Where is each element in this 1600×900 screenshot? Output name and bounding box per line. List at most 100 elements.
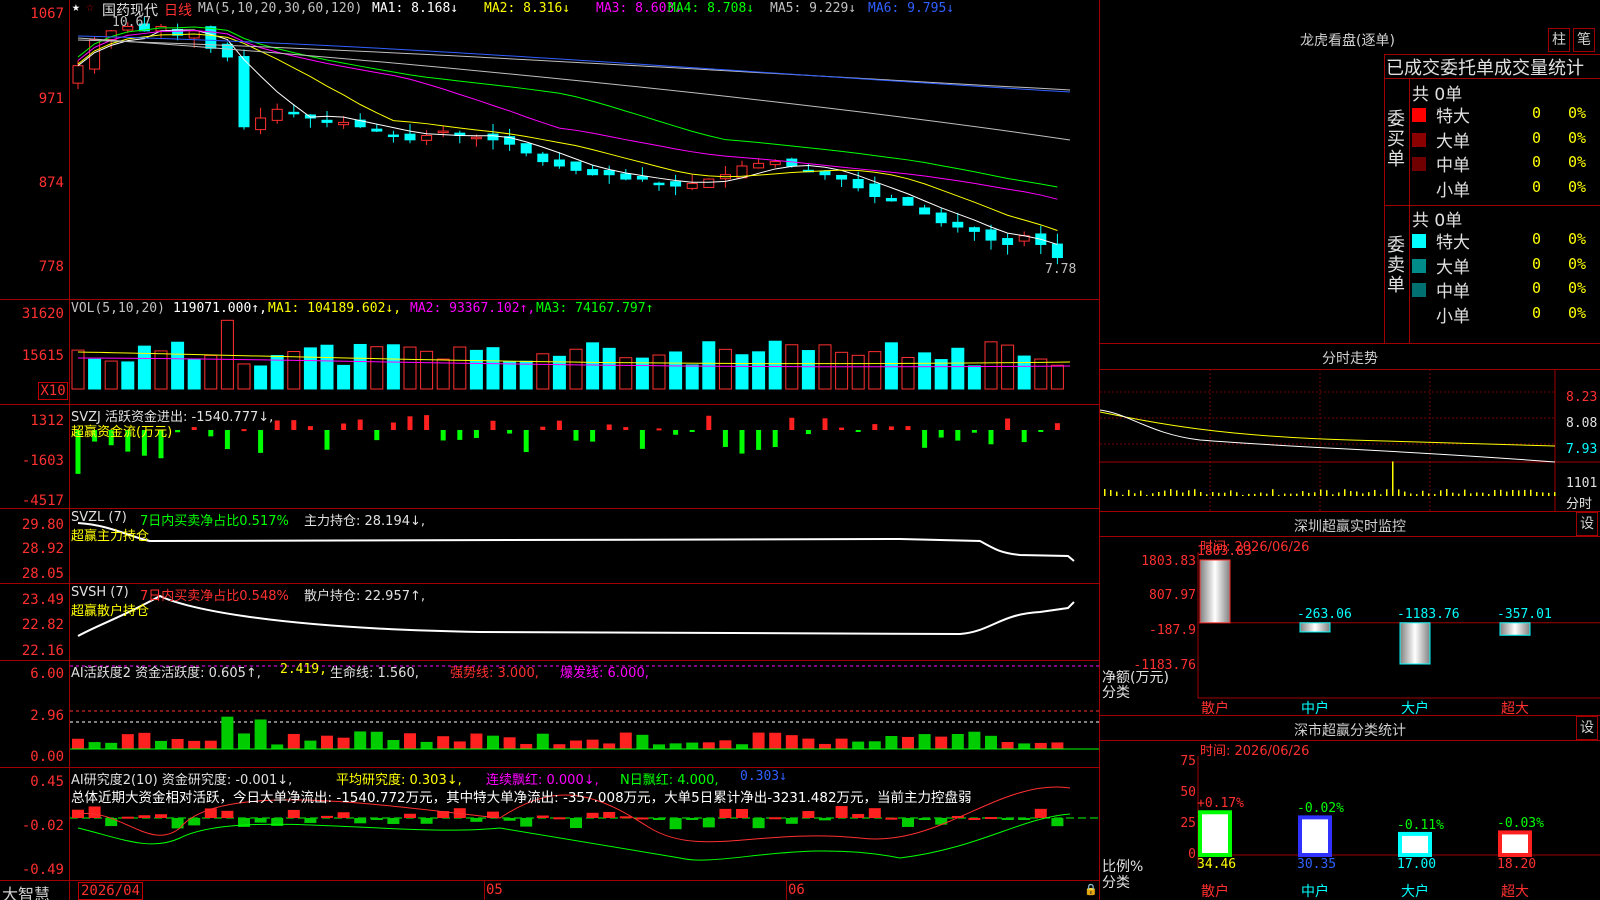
flow-bar — [457, 430, 463, 440]
szm-cat-1: 中户 — [1301, 701, 1329, 717]
intraday-panel[interactable]: 分时走势 8.23 8.08 7.93 1101 分时 — [1100, 344, 1600, 512]
candle-body — [703, 178, 715, 188]
activity-bar — [204, 740, 217, 749]
volume-pane[interactable]: VOL(5,10,20) 119071.000↑, MA1: 104189.60… — [0, 300, 1099, 405]
buy-pct-2: 0% — [1568, 153, 1587, 171]
intraday-vol-bar — [1494, 490, 1496, 496]
star-outline-icon[interactable]: ☆ — [86, 0, 94, 15]
research-bar — [619, 816, 632, 819]
lock-icon[interactable]: 🔒 — [1084, 883, 1098, 896]
volume-bar — [254, 365, 268, 390]
activity-bar — [736, 744, 748, 749]
ai1-axis-2: 2.96 — [30, 708, 64, 724]
ai2-axis-1: 0.45 — [30, 774, 64, 790]
candle-body — [338, 121, 350, 126]
intraday-vol-bar — [1470, 493, 1472, 496]
candle-body — [570, 161, 582, 171]
svsh-header: SVSH (7) — [71, 585, 129, 600]
ai-research-pane[interactable]: AI研究度2(10) 资金研究度: -0.001↓, 平均研究度: 0.303↓… — [0, 768, 1099, 880]
sz-class-panel[interactable]: 深市超赢分类统计 设 时间: 2026/06/26 75 50 25 0 比例%… — [1100, 716, 1600, 900]
svzj-pane[interactable]: SVZJ 活跃资金进出: -1540.777↓, 超赢资金流(万元) 1312 … — [0, 405, 1099, 509]
svsh-pane[interactable]: SVSH (7) 7日内买卖净占比0.548% 散户持仓: 22.957↑, 超… — [0, 584, 1099, 661]
research-bar — [603, 811, 616, 818]
volume-bar — [1001, 344, 1015, 390]
candle-body — [487, 133, 499, 141]
szm-cat-2: 大户 — [1401, 701, 1429, 717]
buy-swatch-1 — [1412, 132, 1426, 147]
date-axis: 大智慧 2026/04 05 06 🔒 — [0, 880, 1099, 900]
candlestick-chart — [72, 17, 1071, 265]
flow-bar — [606, 424, 612, 430]
ma5-value: MA5: 9.229↓ — [770, 1, 857, 16]
buy-pct-3: 0% — [1568, 177, 1587, 196]
ai-activity-pane[interactable]: AI活跃度2 资金活跃度: 0.605↑, 2.419, 生命线: 1.560,… — [0, 661, 1099, 768]
flow-bar — [1021, 430, 1027, 443]
intraday-vol-bar — [1398, 489, 1400, 496]
flow-bar — [955, 430, 961, 441]
research-bar — [1001, 818, 1014, 820]
szc-change-3: -0.03% — [1497, 816, 1544, 832]
candle-body — [238, 56, 250, 128]
buy-pct-0: 0% — [1568, 104, 1587, 122]
flow-bar — [722, 430, 728, 447]
star-icon[interactable]: ★ — [72, 0, 80, 15]
intraday-vol-bar — [1428, 493, 1430, 496]
ai2-summary: 总体近期大资金相对活跃，今日大单净流出: -1540.772万元，其中特大单净流… — [71, 790, 972, 806]
tick-mode-button[interactable]: 笔 — [1573, 28, 1595, 52]
intraday-vol-bar — [1206, 494, 1208, 496]
volume-bar — [967, 365, 981, 390]
period-label[interactable]: 日线 — [164, 0, 192, 20]
intraday-vol-bar — [1200, 492, 1202, 496]
activity-bar — [188, 740, 201, 749]
candle-body — [421, 134, 433, 141]
sell-orders-label: 委卖单 — [1387, 235, 1405, 296]
ai1-header: AI活跃度2 资金活跃度: 0.605↑, — [71, 666, 261, 681]
szc-bar-2 — [1398, 831, 1432, 857]
vol-header: VOL(5,10,20) — [71, 301, 165, 316]
intraday-vol-bar — [1164, 490, 1166, 496]
intraday-vol-bar — [1446, 489, 1448, 496]
activity-bar — [337, 737, 350, 749]
sz-monitor-panel[interactable]: 深圳超赢实时监控 设 时间: 2026/06/26 1803.83 807.97… — [1100, 512, 1600, 717]
ai2-last: 0.303↓ — [740, 769, 787, 784]
intraday-vol-bar — [1248, 493, 1250, 496]
ai1-axis-3: 0.00 — [30, 749, 64, 765]
activity-bar — [387, 739, 400, 749]
sell-count-2: 0 — [1532, 279, 1542, 297]
intraday-vol-bar — [1416, 494, 1418, 496]
research-bar — [354, 818, 367, 824]
svzl-pane[interactable]: SVZL (7) 7日内买卖净占比0.517% 主力持仓: 28.194↓, 超… — [0, 509, 1099, 584]
intraday-vol-bar — [1128, 489, 1130, 496]
szm-cat-0: 散户 — [1201, 701, 1229, 717]
szc-y2: 50 — [1180, 785, 1196, 800]
longhu-heading: 已成交委托单成交量统计 — [1386, 58, 1584, 79]
szc-change-0: +0.17% — [1197, 796, 1244, 812]
intraday-vol-bar — [1194, 489, 1196, 496]
research-bar — [785, 818, 798, 824]
intraday-vol-bar — [1386, 489, 1388, 496]
vol-value: 119071.000↑, — [173, 301, 267, 316]
sell-count-1: 0 — [1532, 254, 1542, 273]
activity-bar — [553, 744, 566, 749]
intraday-vol-label: 1101 — [1566, 476, 1598, 491]
intraday-vol-bar — [1344, 489, 1346, 496]
flow-bar — [258, 430, 264, 453]
candle-body — [653, 182, 665, 186]
volume-bar — [835, 351, 849, 390]
activity-bar — [138, 732, 151, 749]
bar-mode-button[interactable]: 柱 — [1548, 28, 1570, 52]
volume-bar — [1017, 355, 1031, 390]
flow-bar — [1038, 430, 1044, 432]
intraday-vol-bar — [1278, 494, 1280, 496]
price-pane[interactable]: ★ ☆ 国药现代 日线 MA(5,10,20,30,60,120) MA1: 8… — [0, 0, 1099, 300]
activity-bar — [868, 741, 881, 749]
candle-body — [636, 176, 648, 180]
activity-bar — [503, 737, 516, 749]
volume-bar — [519, 360, 533, 390]
intraday-vol-bar — [1152, 493, 1154, 496]
volume-bar — [1050, 364, 1064, 390]
activity-bar — [570, 740, 582, 749]
intraday-vol-bar — [1254, 493, 1256, 496]
volume-bar — [884, 342, 898, 390]
volume-bar — [104, 360, 118, 390]
